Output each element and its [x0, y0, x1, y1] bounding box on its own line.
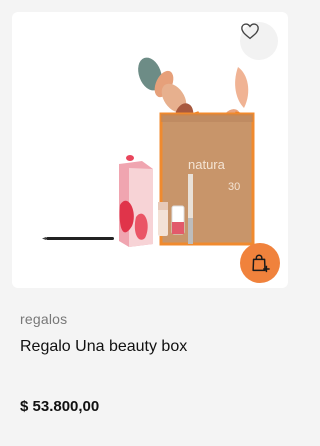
bag-badge-text: 30 — [228, 181, 240, 193]
bag-brand-text: natura — [188, 157, 226, 172]
add-to-bag-button[interactable] — [240, 243, 280, 283]
product-card[interactable]: natura 30 regalos Regalo Una beauty box … — [0, 0, 296, 446]
favorite-button[interactable] — [240, 22, 278, 60]
product-category: regalos — [20, 311, 68, 327]
bag-add-icon — [252, 254, 270, 273]
product-price: $ 53.800,00 — [20, 398, 100, 415]
product-title[interactable]: Regalo Una beauty box — [20, 338, 187, 356]
heart-icon — [241, 23, 259, 40]
